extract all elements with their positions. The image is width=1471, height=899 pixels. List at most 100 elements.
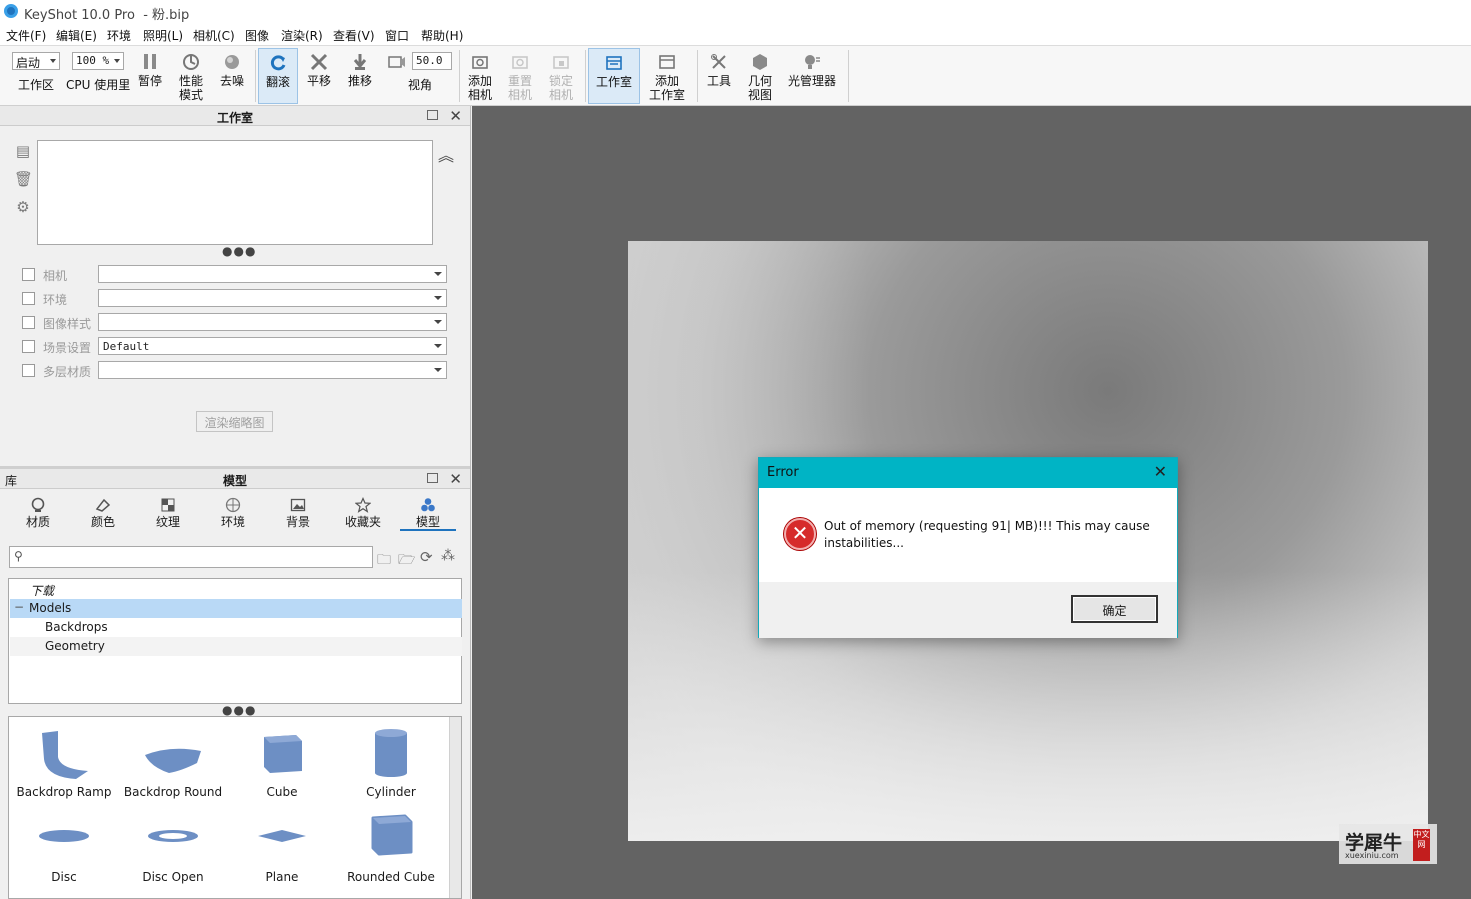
menu-environment[interactable]: 环境 (107, 27, 131, 44)
menu-render[interactable]: 渲染(R) (281, 27, 323, 44)
collapse-minus-icon[interactable]: − (14, 600, 24, 614)
menu-view[interactable]: 查看(V) (333, 27, 375, 44)
error-message: Out of memory (requesting 91| MB)!!! Thi… (824, 519, 1150, 550)
workspace-combo-value: 启动 (16, 56, 41, 70)
textures-icon (161, 498, 175, 512)
model-backdrop-round[interactable]: Backdrop Round (118, 727, 228, 799)
add-camera-button[interactable]: 添加 相机 (462, 48, 498, 104)
model-cylinder[interactable]: Cylinder (336, 727, 446, 799)
image-icon (290, 498, 306, 512)
dialog-close-icon[interactable]: ✕ (1154, 462, 1167, 481)
scene-settings-select[interactable]: Default (98, 337, 447, 355)
colors-icon (95, 498, 111, 512)
open-folder-icon[interactable]: 🗀 (377, 549, 391, 573)
rounded-cube-thumbnail (371, 814, 413, 856)
cpu-usage-combo[interactable]: 100 % (72, 52, 124, 70)
globe-icon (225, 497, 241, 513)
lock-camera-button[interactable]: 锁定 相机 (543, 48, 579, 104)
materials-icon (31, 497, 45, 512)
tab-environments[interactable]: 环境 (205, 497, 261, 531)
tab-backplates[interactable]: 背景 (270, 497, 326, 531)
float-panel-icon[interactable] (427, 110, 438, 120)
camera-select[interactable] (98, 265, 447, 283)
cloud-library-icon[interactable]: ⁂ (441, 548, 455, 564)
menu-help[interactable]: 帮助(H) (421, 27, 463, 44)
add-studio-icon (659, 55, 675, 69)
model-plane[interactable]: Plane (227, 812, 337, 884)
thumbnail-scrollbar[interactable] (449, 717, 461, 898)
model-disc-open[interactable]: Disc Open (118, 812, 228, 884)
cylinder-thumbnail (375, 729, 407, 777)
gear-icon[interactable]: ⚙ (14, 198, 32, 216)
close-panel-icon[interactable]: ✕ (449, 470, 462, 488)
add-studio-icon[interactable]: ▤ (14, 142, 32, 160)
fov-input[interactable]: 50.0 (412, 52, 452, 70)
plane-thumbnail (258, 830, 306, 842)
collapse-up-icon[interactable]: ︽ (437, 142, 455, 165)
pause-button[interactable]: 暂停 (134, 48, 166, 104)
splitter-dots-icon[interactable]: ●●● (222, 703, 256, 717)
tab-colors[interactable]: 颜色 (75, 497, 131, 531)
splitter-dots-icon[interactable]: ●●● (222, 244, 256, 258)
close-panel-icon[interactable]: ✕ (449, 107, 462, 125)
menu-camera[interactable]: 相机(C) (193, 27, 235, 44)
model-backdrop-ramp[interactable]: Backdrop Ramp (9, 727, 119, 799)
image-style-label: 图像样式 (43, 317, 92, 331)
cube-thumbnail (264, 735, 302, 773)
option-row-environment: 环境 (22, 289, 452, 309)
model-rounded-cube[interactable]: Rounded Cube (336, 812, 446, 884)
camera-checkbox[interactable] (22, 268, 35, 281)
float-panel-icon[interactable] (427, 473, 438, 483)
denoise-button[interactable]: 去噪 (214, 48, 250, 104)
multi-material-checkbox[interactable] (22, 364, 35, 377)
performance-mode-button[interactable]: 性能 模式 (172, 48, 210, 104)
workspace-combo[interactable]: 启动 (12, 52, 60, 70)
environment-select[interactable] (98, 289, 447, 307)
geometry-view-button[interactable]: 几何 视图 (742, 48, 778, 104)
tree-item-geometry[interactable]: Geometry (10, 637, 462, 656)
tools-button[interactable]: 工具 (702, 48, 736, 104)
trash-icon[interactable]: 🗑 (14, 170, 33, 188)
menu-lighting[interactable]: 照明(L) (143, 27, 183, 44)
disc-open-thumbnail (148, 830, 198, 842)
image-style-checkbox[interactable] (22, 316, 35, 329)
window-title: KeyShot 10.0 Pro - 粉.bip (24, 8, 190, 23)
tab-materials[interactable]: 材质 (10, 497, 66, 531)
reset-camera-button[interactable]: 重置 相机 (502, 48, 538, 104)
pan-button[interactable]: 平移 (302, 48, 336, 104)
add-studio-button[interactable]: 添加 工作室 (644, 48, 690, 104)
studio-button[interactable]: 工作室 (588, 48, 640, 104)
tab-favorites[interactable]: 收藏夹 (335, 497, 391, 531)
model-disc[interactable]: Disc (9, 812, 119, 884)
menu-image[interactable]: 图像 (245, 27, 269, 44)
image-style-select[interactable] (98, 313, 447, 331)
light-manager-icon (805, 55, 820, 69)
tree-item-models[interactable]: − Models (10, 599, 462, 618)
tree-item-downloads[interactable]: 下载 (10, 580, 462, 599)
light-manager-button[interactable]: 光管理器 (784, 48, 840, 104)
multi-material-select[interactable] (98, 361, 447, 379)
camera-label: 相机 (43, 269, 68, 283)
render-thumbnail-button[interactable]: 渲染缩略图 (196, 411, 273, 432)
toolbar: 启动 工作区 100 % CPU 使用里 暂停 性能 模式 去噪 翻滚 平移 推… (0, 46, 1471, 106)
menu-edit[interactable]: 编辑(E) (56, 27, 97, 44)
ok-button[interactable]: 确定 (1071, 595, 1158, 623)
library-search-input[interactable]: ⚲ (9, 546, 373, 568)
folder-add-icon[interactable]: 🗁 (398, 549, 415, 573)
title-bar: KeyShot 10.0 Pro - 粉.bip (0, 0, 1471, 24)
dolly-button[interactable]: 推移 (342, 48, 378, 104)
menu-window[interactable]: 窗口 (385, 27, 409, 44)
tree-item-backdrops[interactable]: Backdrops (10, 618, 462, 637)
environment-checkbox[interactable] (22, 292, 35, 305)
scene-settings-checkbox[interactable] (22, 340, 35, 353)
cpu-usage-value: 100 % (76, 54, 110, 67)
tab-models[interactable]: 模型 (400, 497, 456, 531)
tab-textures[interactable]: 纹理 (140, 497, 196, 531)
dialog-title-bar[interactable]: Error ✕ (759, 458, 1177, 488)
dolly-icon (353, 54, 367, 70)
environment-label: 环境 (43, 293, 68, 307)
tumble-button[interactable]: 翻滚 (258, 48, 298, 104)
menu-file[interactable]: 文件(F) (6, 27, 46, 44)
model-cube[interactable]: Cube (227, 727, 337, 799)
refresh-icon[interactable]: ⟳ (420, 548, 433, 566)
